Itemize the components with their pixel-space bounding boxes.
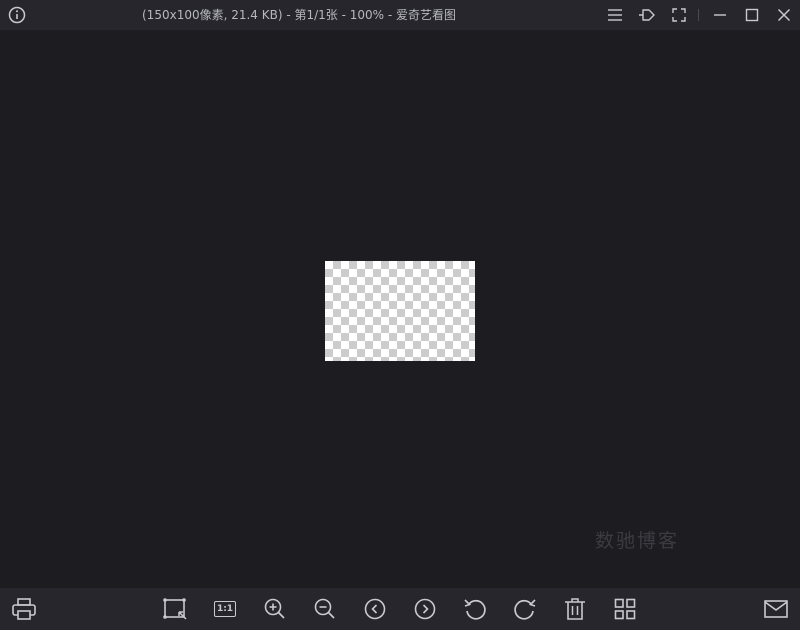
- minimize-button[interactable]: [709, 4, 731, 26]
- print-icon: [12, 598, 36, 620]
- actual-size-button[interactable]: 1:1: [211, 595, 239, 623]
- close-icon: [777, 8, 791, 22]
- previous-button[interactable]: [361, 595, 389, 623]
- delete-icon: [565, 598, 585, 620]
- zoom-in-button[interactable]: [261, 595, 289, 623]
- titlebar-divider: [698, 9, 699, 21]
- info-button[interactable]: [7, 5, 27, 25]
- bottom-toolbar: 1:1: [0, 588, 800, 630]
- rotate-left-button[interactable]: [461, 595, 489, 623]
- print-button[interactable]: [10, 595, 38, 623]
- title-bar: (150x100像素, 21.4 KB) - 第1/1张 - 100% - 爱奇…: [0, 0, 800, 30]
- maximize-button[interactable]: [741, 4, 763, 26]
- next-button[interactable]: [411, 595, 439, 623]
- info-icon: [8, 6, 26, 24]
- rotate-right-icon: [514, 599, 536, 620]
- crop-button[interactable]: [161, 595, 189, 623]
- pin-icon: [639, 9, 655, 21]
- delete-button[interactable]: [561, 595, 589, 623]
- zoom-out-button[interactable]: [311, 595, 339, 623]
- grid-view-icon: [614, 598, 636, 620]
- grid-view-button[interactable]: [611, 595, 639, 623]
- close-button[interactable]: [773, 4, 795, 26]
- actual-size-icon: 1:1: [214, 601, 236, 617]
- fullscreen-icon: [672, 8, 686, 22]
- rotate-left-icon: [464, 599, 486, 620]
- transparent-image[interactable]: [325, 261, 475, 361]
- zoom-in-icon: [264, 598, 285, 619]
- menu-button[interactable]: [604, 4, 626, 26]
- zoom-out-icon: [314, 598, 335, 619]
- fullscreen-button[interactable]: [668, 4, 690, 26]
- pin-button[interactable]: [636, 4, 658, 26]
- menu-icon: [608, 9, 622, 21]
- next-icon: [414, 598, 436, 620]
- image-canvas[interactable]: 数驰博客: [0, 30, 800, 588]
- maximize-icon: [745, 8, 759, 22]
- mail-icon: [764, 600, 788, 618]
- minimize-icon: [714, 14, 726, 16]
- mail-button[interactable]: [762, 595, 790, 623]
- previous-icon: [364, 598, 386, 620]
- watermark: 数驰博客: [595, 530, 680, 552]
- crop-icon: [163, 598, 187, 620]
- window-title: (150x100像素, 21.4 KB) - 第1/1张 - 100% - 爱奇…: [142, 8, 457, 22]
- rotate-right-button[interactable]: [511, 595, 539, 623]
